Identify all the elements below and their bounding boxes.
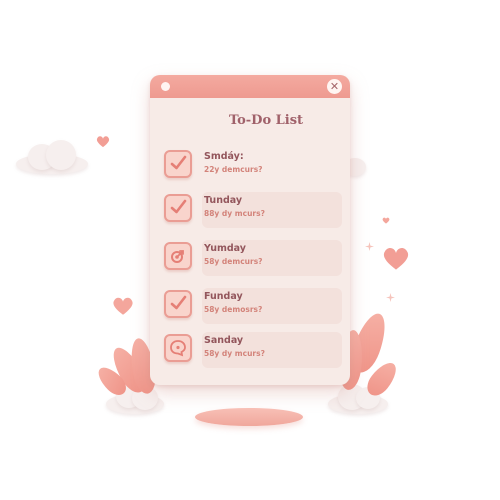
list-item[interactable]: Sanday 58y dy mcurs? — [162, 332, 342, 368]
list-item[interactable]: Tunday 88y dy mcurs? — [162, 192, 342, 228]
close-icon[interactable]: ✕ — [327, 79, 342, 94]
checkmark-icon — [170, 199, 187, 214]
task-day: Yumday — [204, 243, 246, 254]
todo-window: ✕ To-Do List Smdáy: 22y demcurs? Tunday … — [150, 75, 350, 385]
list-item[interactable]: Yumday 58y demcurs? — [162, 240, 342, 276]
page-title: To-Do List — [228, 113, 304, 128]
checkbox[interactable] — [164, 334, 192, 362]
checkbox[interactable] — [164, 242, 192, 270]
list-item[interactable]: Funday 58y demosrs? — [162, 288, 342, 324]
checkmark-icon — [170, 155, 187, 170]
task-detail: 22y demcurs? — [204, 165, 263, 174]
task-day: Smdáy: — [204, 151, 244, 162]
task-detail: 88y dy mcurs? — [204, 209, 265, 218]
platform-disc — [195, 408, 303, 426]
title-bar: ✕ — [150, 75, 350, 98]
task-day: Funday — [204, 291, 243, 302]
heart-icon — [382, 246, 410, 271]
list-item[interactable]: Smdáy: 22y demcurs? — [162, 148, 332, 184]
task-detail: 58y dy mcurs? — [204, 349, 265, 358]
chat-bubble-icon — [170, 340, 186, 357]
task-day: Sanday — [204, 335, 244, 346]
heart-icon — [112, 296, 134, 316]
heart-icon — [382, 217, 390, 224]
checkbox[interactable] — [164, 150, 192, 178]
checkbox[interactable] — [164, 290, 192, 318]
sparkle-icon — [365, 242, 374, 251]
task-detail: 58y demcurs? — [204, 257, 263, 266]
heart-icon — [96, 135, 110, 148]
checkbox[interactable] — [164, 194, 192, 222]
task-detail: 58y demosrs? — [204, 305, 263, 314]
target-arrow-icon — [171, 250, 184, 263]
window-dot-icon[interactable] — [161, 82, 170, 91]
sparkle-icon — [386, 293, 395, 302]
cloud-left — [16, 140, 88, 176]
checkmark-icon — [170, 295, 187, 310]
task-day: Tunday — [204, 195, 243, 206]
